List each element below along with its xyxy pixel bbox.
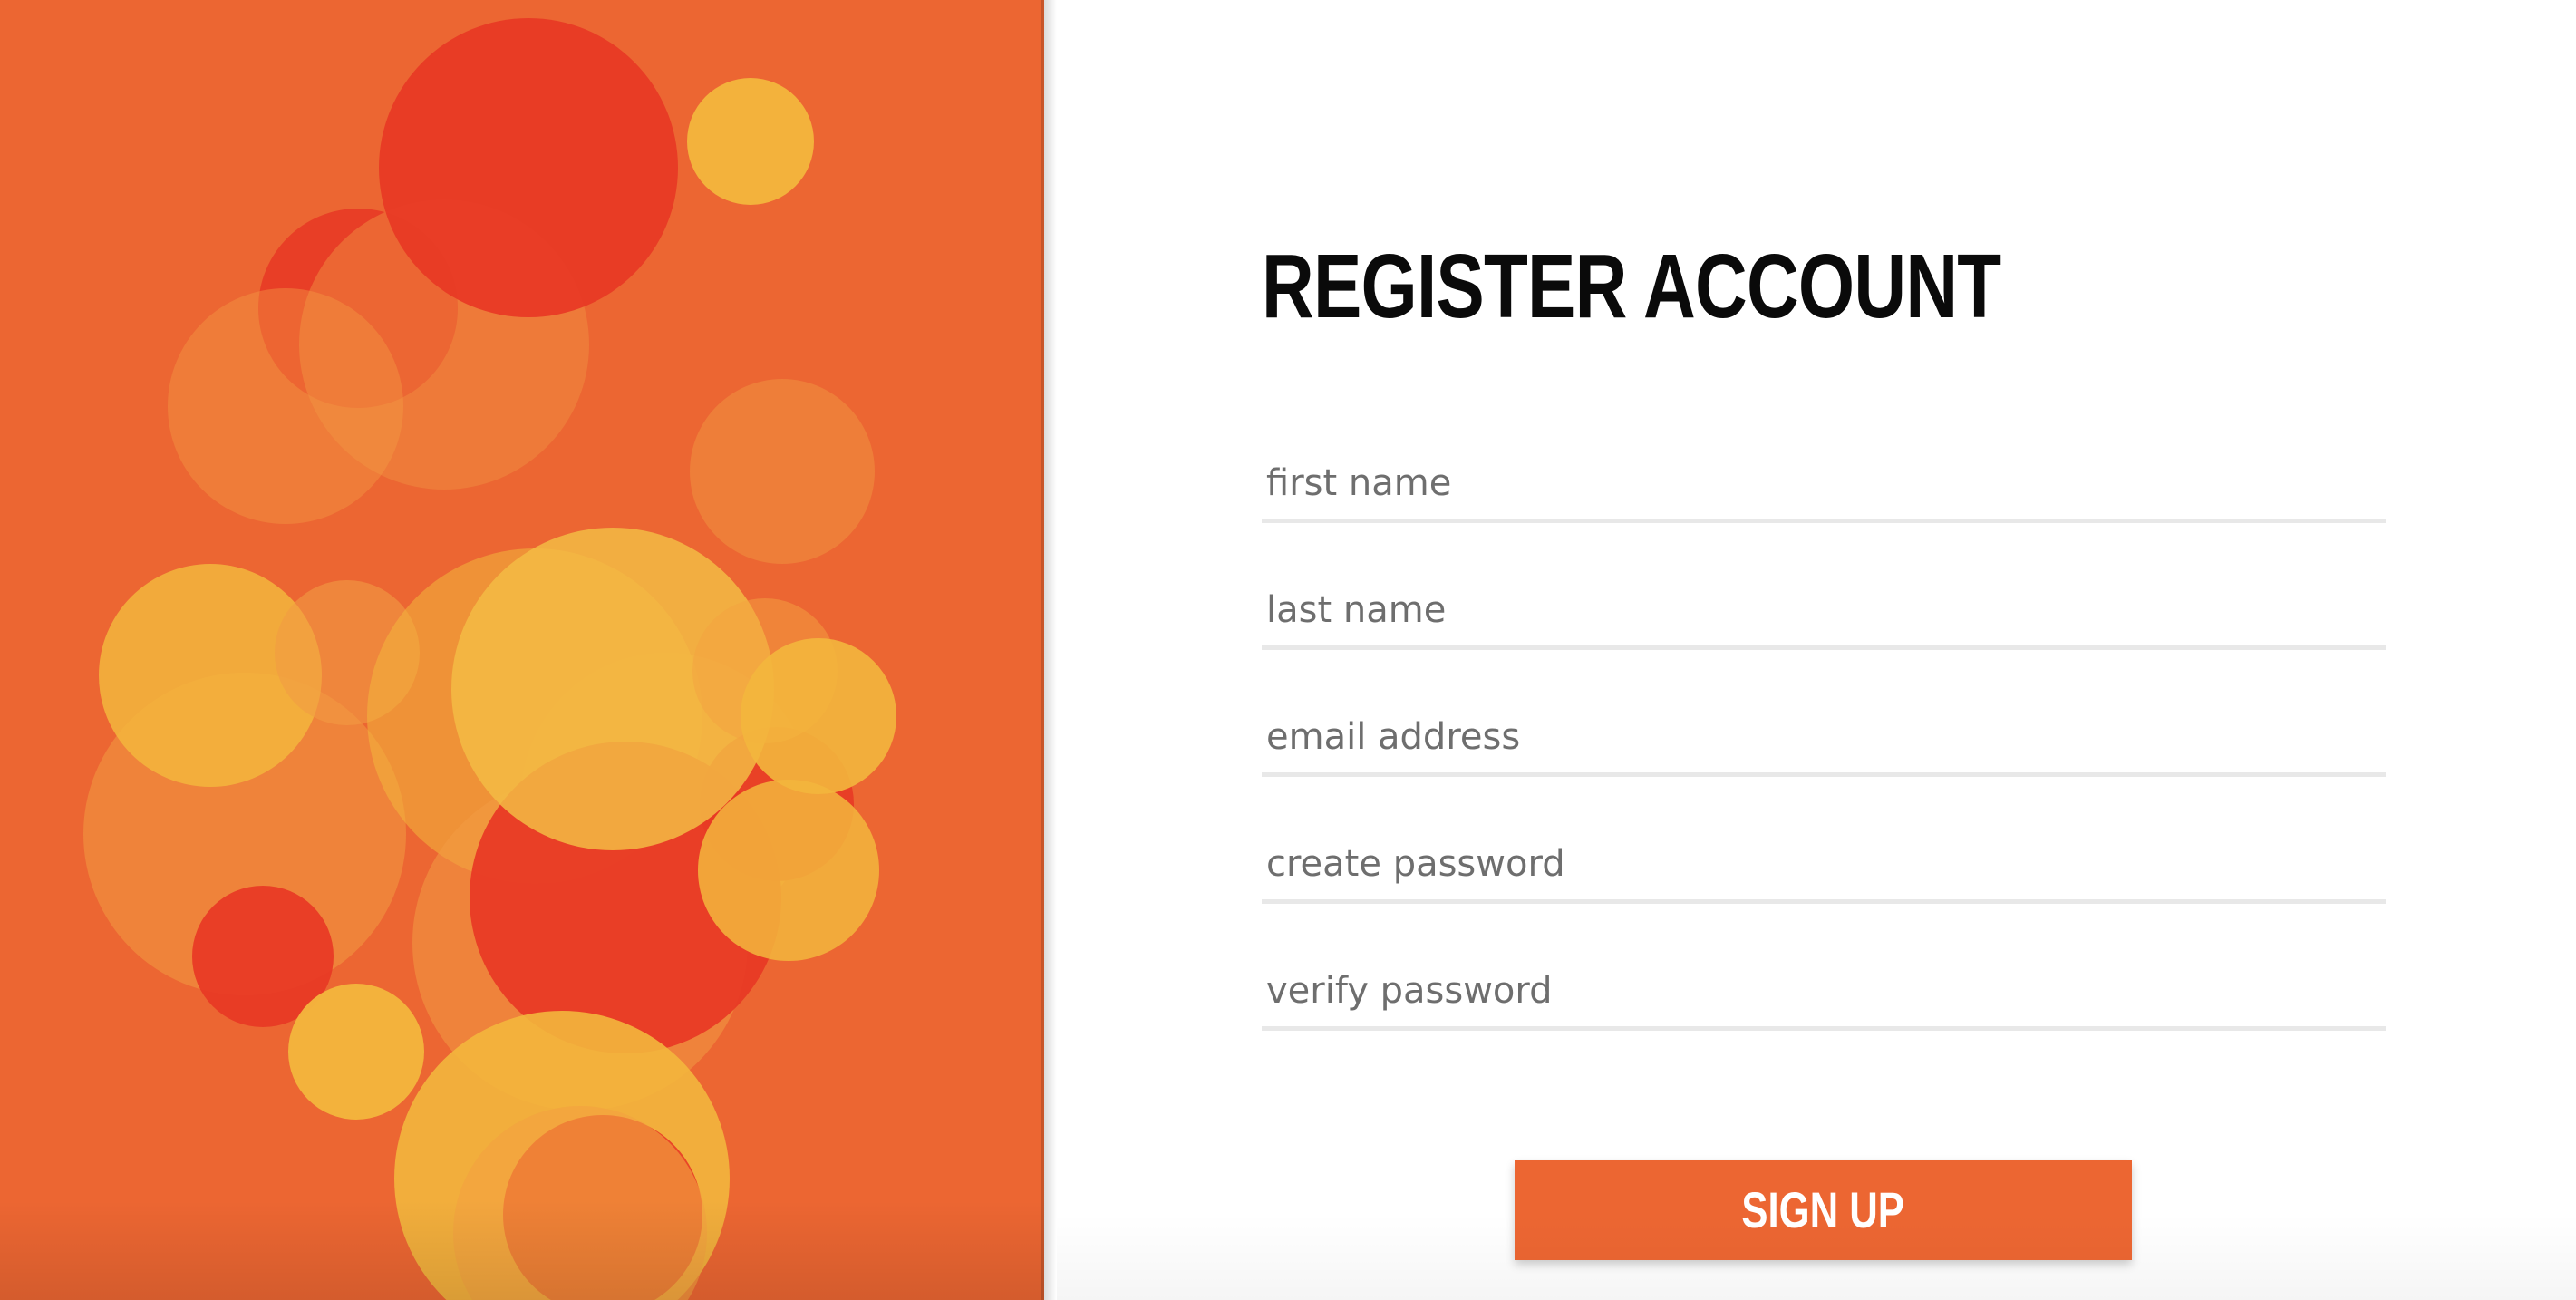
panel-divider-shadow (1041, 0, 1057, 1300)
create-password-field (1262, 832, 2386, 904)
last-name-field (1262, 578, 2386, 650)
bubble (687, 78, 814, 205)
bubble (690, 379, 875, 564)
sign-up-label: SIGN UP (1741, 1181, 1905, 1238)
first-name-field (1262, 451, 2386, 523)
verify-password-input[interactable] (1262, 966, 2381, 1015)
email-address-field (1262, 705, 2386, 777)
create-password-input[interactable] (1262, 839, 2381, 888)
bubble (741, 638, 896, 794)
registration-page: REGISTER ACCOUNT SIGN UP (0, 0, 2576, 1300)
sign-up-button[interactable]: SIGN UP (1515, 1160, 2132, 1260)
first-name-input[interactable] (1262, 459, 2381, 508)
registration-form: REGISTER ACCOUNT SIGN UP (1262, 0, 2386, 1300)
email-address-input[interactable] (1262, 713, 2381, 762)
decorative-bubbles-panel (0, 0, 1044, 1300)
page-title: REGISTER ACCOUNT (1262, 236, 2001, 337)
bubble (698, 780, 879, 961)
bubbles-illustration (83, 18, 896, 1300)
last-name-input[interactable] (1262, 586, 2381, 635)
bubble (168, 288, 403, 524)
bubble (379, 18, 678, 317)
panel-bottom-shade (0, 1200, 1044, 1300)
bubble (288, 984, 424, 1120)
verify-password-field (1262, 959, 2386, 1031)
